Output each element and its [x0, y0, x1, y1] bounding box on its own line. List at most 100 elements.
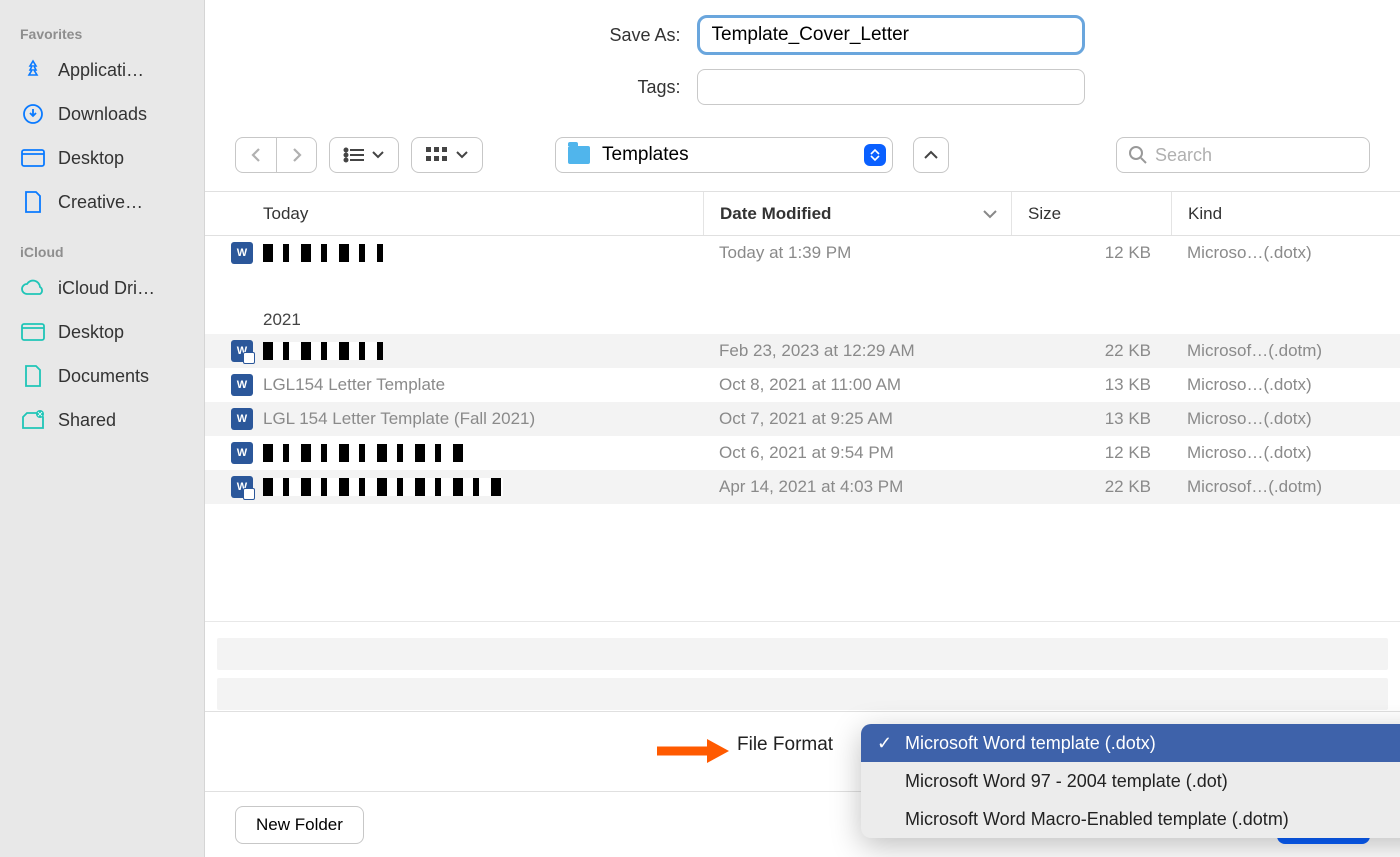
grid-icon — [426, 147, 448, 163]
redacted-filename — [263, 342, 383, 360]
word-icon: W — [231, 340, 253, 362]
search-input[interactable]: Search — [1116, 137, 1370, 173]
sidebar-item-label: Documents — [58, 366, 149, 387]
sidebar-item-label: Downloads — [58, 104, 147, 125]
file-kind: Microsof…(.dotm) — [1171, 477, 1400, 497]
main-panel: Save As: Tags: Templates — [205, 0, 1400, 857]
col-kind[interactable]: Kind — [1171, 192, 1400, 235]
list-view-button[interactable] — [329, 137, 399, 173]
word-icon: W — [231, 242, 253, 264]
folder-icon — [568, 146, 590, 164]
file-size: 12 KB — [1011, 443, 1171, 463]
sidebar-item-icloud-desktop[interactable]: Desktop — [0, 310, 204, 354]
sidebar-item-applications[interactable]: Applicati… — [0, 48, 204, 92]
file-date: Apr 14, 2021 at 4:03 PM — [703, 477, 1011, 497]
saveas-label: Save As: — [521, 25, 681, 46]
word-icon: W — [231, 374, 253, 396]
format-option[interactable]: Microsoft Word 97 - 2004 template (.dot) — [861, 762, 1400, 800]
file-size: 22 KB — [1011, 477, 1171, 497]
column-header: Today Date Modified Size Kind — [205, 192, 1400, 236]
sidebar-section-favorites: Favorites — [0, 18, 204, 48]
search-placeholder: Search — [1155, 145, 1212, 166]
redacted-filename — [263, 244, 383, 262]
file-date: Oct 6, 2021 at 9:54 PM — [703, 443, 1011, 463]
format-option[interactable]: Microsoft Word template (.dotx) — [861, 724, 1400, 762]
expand-button[interactable] — [913, 137, 949, 173]
sidebar-item-desktop[interactable]: Desktop — [0, 136, 204, 180]
download-icon — [20, 101, 46, 127]
chevron-down-icon — [372, 151, 384, 159]
desktop-icon — [20, 145, 46, 171]
file-date: Oct 7, 2021 at 9:25 AM — [703, 409, 1011, 429]
sidebar-item-label: Creative… — [58, 192, 143, 213]
sidebar-item-documents[interactable]: Documents — [0, 354, 204, 398]
nav-buttons — [235, 137, 317, 173]
new-folder-button[interactable]: New Folder — [235, 806, 364, 844]
search-icon — [1129, 146, 1147, 164]
file-name: LGL154 Letter Template — [263, 375, 445, 395]
file-row[interactable]: W Today at 1:39 PM12 KBMicroso…(.dotx) — [205, 236, 1400, 270]
file-date: Today at 1:39 PM — [703, 243, 1011, 263]
word-icon: W — [231, 408, 253, 430]
file-row[interactable]: W Apr 14, 2021 at 4:03 PM22 KBMicrosof…(.… — [205, 470, 1400, 504]
file-size: 13 KB — [1011, 375, 1171, 395]
file-row[interactable]: W LGL154 Letter Template Oct 8, 2021 at 11… — [205, 368, 1400, 402]
save-form: Save As: Tags: — [205, 0, 1400, 129]
file-kind: Microsof…(.dotm) — [1171, 341, 1400, 361]
file-row[interactable]: W LGL 154 Letter Template (Fall 2021) Oct … — [205, 402, 1400, 436]
word-icon: W — [231, 476, 253, 498]
file-format-label: File Format — [737, 734, 833, 756]
file-format-dropdown[interactable]: Microsoft Word template (.dotx)Microsoft… — [861, 724, 1400, 838]
file-size: 13 KB — [1011, 409, 1171, 429]
file-size: 12 KB — [1011, 243, 1171, 263]
format-option[interactable]: Microsoft Word Macro-Enabled template (.… — [861, 800, 1400, 838]
tags-input[interactable] — [697, 69, 1085, 105]
back-button[interactable] — [236, 138, 276, 172]
chevron-up-icon — [924, 150, 938, 160]
sidebar-item-label: Applicati… — [58, 60, 144, 81]
file-kind: Microso…(.dotx) — [1171, 375, 1400, 395]
sidebar-item-shared[interactable]: ✕ Shared — [0, 398, 204, 442]
shared-icon: ✕ — [20, 407, 46, 433]
chevron-down-icon — [983, 204, 997, 224]
file-row[interactable]: WOct 6, 2021 at 9:54 PM12 KBMicroso…(.do… — [205, 436, 1400, 470]
chevron-down-icon — [456, 151, 468, 159]
group-label: 2021 — [205, 298, 1400, 334]
sidebar-item-downloads[interactable]: Downloads — [0, 92, 204, 136]
doc-icon — [20, 363, 46, 389]
saveas-input[interactable] — [697, 15, 1085, 55]
file-date: Feb 23, 2023 at 12:29 AM — [703, 341, 1011, 361]
location-select[interactable]: Templates — [555, 137, 893, 173]
cloud-icon — [20, 275, 46, 301]
file-name: LGL 154 Letter Template (Fall 2021) — [263, 409, 535, 429]
sidebar-item-label: iCloud Dri… — [58, 278, 155, 299]
tags-label: Tags: — [521, 77, 681, 98]
file-date: Oct 8, 2021 at 11:00 AM — [703, 375, 1011, 395]
arrow-annotation — [657, 736, 729, 766]
svg-text:✕: ✕ — [37, 410, 44, 419]
desktop-icon — [20, 319, 46, 345]
app-icon — [20, 57, 46, 83]
toolbar: Templates Search — [205, 129, 1400, 192]
col-size[interactable]: Size — [1011, 192, 1171, 235]
forward-button[interactable] — [276, 138, 316, 172]
col-date[interactable]: Date Modified — [703, 192, 1011, 235]
sidebar-section-icloud: iCloud — [0, 236, 204, 266]
file-kind: Microso…(.dotx) — [1171, 243, 1400, 263]
file-size: 22 KB — [1011, 341, 1171, 361]
sidebar-item-creative[interactable]: Creative… — [0, 180, 204, 224]
group-view-button[interactable] — [411, 137, 483, 173]
sidebar-item-label: Desktop — [58, 148, 124, 169]
redacted-filename — [263, 478, 503, 496]
location-label: Templates — [602, 144, 852, 166]
format-bar: File Format Microsoft Word template (.do… — [205, 711, 1400, 791]
sidebar-item-label: Shared — [58, 410, 116, 431]
sidebar-item-label: Desktop — [58, 322, 124, 343]
sidebar-item-icloud-drive[interactable]: iCloud Dri… — [0, 266, 204, 310]
list-icon — [344, 147, 364, 163]
file-list[interactable]: WToday at 1:39 PM12 KBMicroso…(.dotx)202… — [205, 236, 1400, 621]
file-row[interactable]: W Feb 23, 2023 at 12:29 AM22 KBMicrosof…(… — [205, 334, 1400, 368]
sidebar: Favorites Applicati… Downloads Desktop C… — [0, 0, 205, 857]
separator-area — [205, 621, 1400, 711]
col-name[interactable]: Today — [205, 204, 703, 224]
